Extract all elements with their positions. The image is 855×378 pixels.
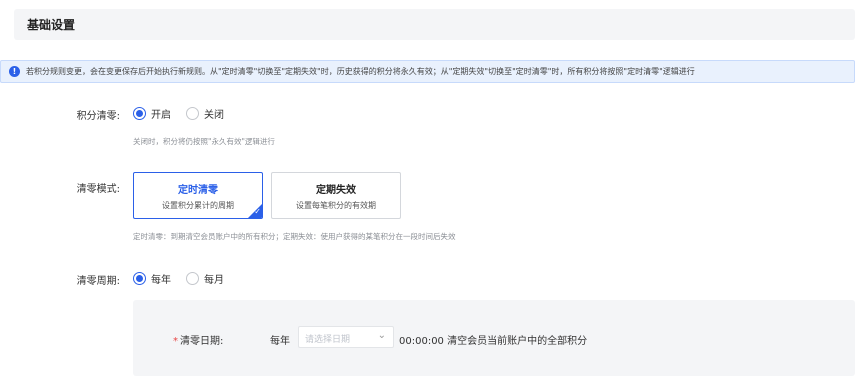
radio-label: 每年	[151, 275, 171, 286]
mode-card-subtitle: 设置积分累计的周期	[162, 201, 234, 210]
points-clear-label: 积分清零:	[76, 111, 120, 122]
section-header: 基础设置	[14, 9, 855, 40]
info-icon: !	[9, 66, 20, 77]
clear-cycle-monthly-radio[interactable]: 每月	[186, 271, 224, 286]
points-clear-on-radio[interactable]: 开启	[133, 106, 171, 121]
points-clear-off-radio[interactable]: 关闭	[186, 106, 224, 121]
clear-date-prefix: 每年	[270, 336, 290, 347]
check-icon: ✓	[254, 207, 261, 216]
radio-checked-icon	[133, 272, 146, 285]
required-mark: *	[173, 336, 178, 347]
radio-unchecked-icon	[186, 107, 199, 120]
clear-date-placeholder: 请选择日期	[305, 335, 351, 345]
radio-unchecked-icon	[186, 272, 199, 285]
clear-mode-hint: 定时清零：到期清空会员账户中的所有积分；定期失效：使用户获得的某笔积分在一段时间…	[133, 232, 456, 241]
points-clear-hint: 关闭时，积分将仍按照"永久有效"逻辑进行	[133, 137, 275, 146]
chevron-down-icon: ⌄	[377, 330, 386, 341]
section-title: 基础设置	[27, 18, 76, 32]
mode-card-subtitle: 设置每笔积分的有效期	[296, 201, 376, 210]
mode-card-scheduled-clear[interactable]: 定时清零 设置积分累计的周期 ✓	[133, 172, 263, 219]
notice-bar: ! 若积分规则变更，会在变更保存后开始执行新规则。从"定时清零"切换至"定期失效…	[0, 60, 855, 83]
mode-card-title: 定时清零	[178, 185, 218, 196]
notice-text: 若积分规则变更，会在变更保存后开始执行新规则。从"定时清零"切换至"定期失效"时…	[26, 67, 695, 76]
radio-checked-icon	[133, 107, 146, 120]
radio-label: 开启	[151, 110, 171, 121]
radio-label: 关闭	[204, 110, 224, 121]
clear-mode-label: 清零模式:	[76, 184, 120, 195]
clear-date-select[interactable]: 请选择日期 ⌄	[298, 326, 394, 348]
clear-date-suffix: 00:00:00 清空会员当前账户中的全部积分	[399, 336, 588, 347]
clear-cycle-label: 清零周期:	[76, 276, 120, 287]
mode-card-periodic-expire[interactable]: 定期失效 设置每笔积分的有效期	[271, 172, 401, 219]
clear-cycle-yearly-radio[interactable]: 每年	[133, 271, 171, 286]
mode-card-title: 定期失效	[316, 185, 356, 196]
clear-date-label-text: 清零日期:	[180, 336, 224, 347]
clear-date-panel: * 清零日期: 每年 请选择日期 ⌄ 00:00:00 清空会员当前账户中的全部积…	[133, 300, 855, 376]
radio-label: 每月	[204, 275, 224, 286]
clear-date-label: * 清零日期:	[173, 332, 223, 347]
